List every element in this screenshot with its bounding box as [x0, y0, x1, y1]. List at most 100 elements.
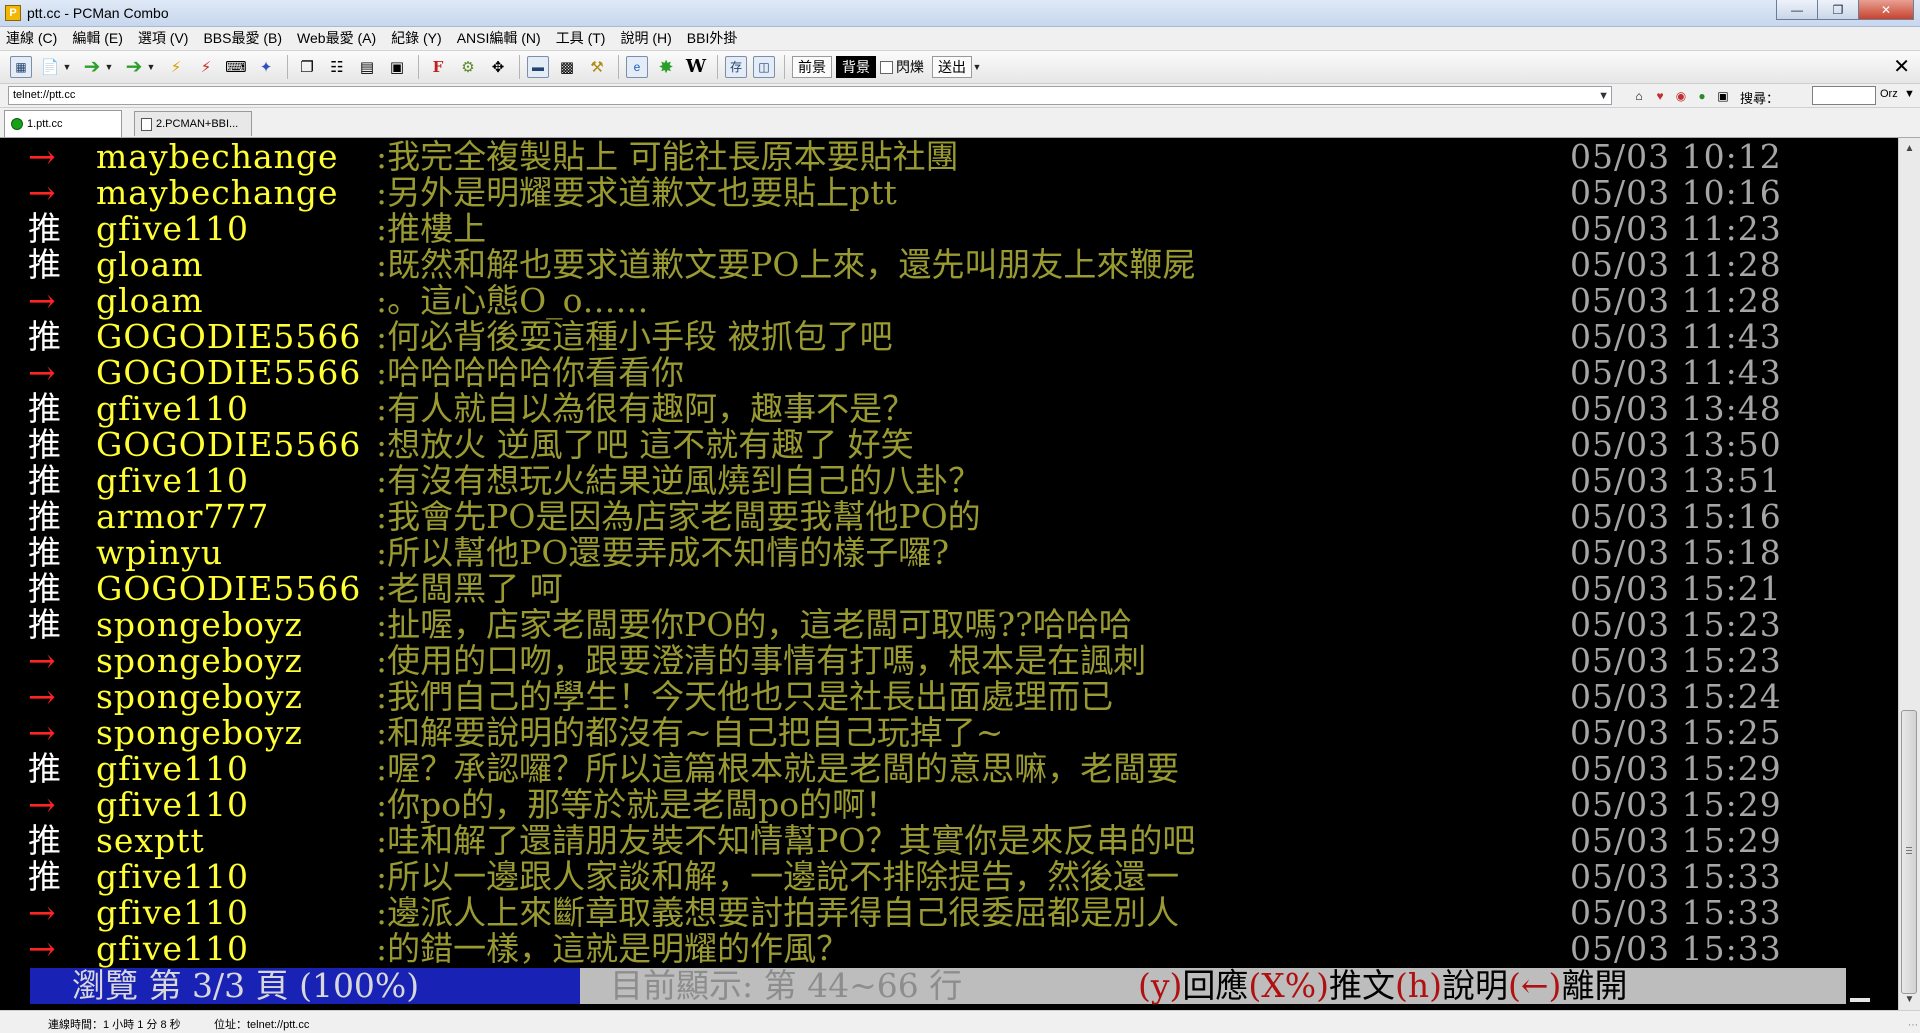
tab-pcman-bbi[interactable]: 2.PCMAN+BBI...	[134, 111, 252, 136]
window-controls: — ❐ ✕	[1776, 0, 1914, 22]
lightning-alt-icon[interactable]: ⚡	[194, 55, 218, 79]
checkbox-box[interactable]	[880, 60, 893, 74]
favorite-icon[interactable]: ♥	[1651, 87, 1669, 105]
close-toolbar-icon[interactable]: ✕	[1893, 57, 1910, 77]
monitor-icon[interactable]: ▣	[1714, 87, 1732, 105]
save-icon[interactable]: 存	[725, 56, 747, 78]
push-user: gfive110	[96, 209, 250, 248]
menu-help[interactable]: 說明 (H)	[620, 28, 671, 48]
search-input[interactable]	[1812, 86, 1876, 105]
flower-icon[interactable]: ✸	[654, 55, 678, 79]
push-time: 05/03 11:43	[1570, 317, 1782, 356]
scroll-up-icon[interactable]: ▲	[1901, 140, 1918, 157]
menu-ansi-edit[interactable]: ANSI編輯 (N)	[457, 28, 541, 48]
push-time: 05/03 15:29	[1570, 749, 1782, 788]
push-user: gfive110	[96, 749, 250, 788]
close-button[interactable]: ✕	[1858, 0, 1914, 20]
toolbar-separator	[519, 55, 520, 79]
address-input[interactable]: telnet://ptt.cc ▼	[8, 86, 1612, 105]
menu-edit[interactable]: 編輯 (E)	[72, 28, 123, 48]
help-action: 離開	[1561, 966, 1628, 1005]
push-tag: →	[28, 677, 56, 716]
copy-ansi-icon[interactable]: ▤	[355, 55, 379, 79]
toolbar-separator	[618, 55, 619, 79]
browser-icon[interactable]: e	[626, 56, 648, 78]
forward-arrow-icon[interactable]: ➔	[122, 55, 146, 79]
push-message: :扯喔，店家老闆要你PO的，這老闆可取嗎??哈哈哈	[376, 605, 1132, 644]
push-time: 05/03 15:29	[1570, 785, 1782, 824]
home-icon[interactable]: ⌂	[1630, 87, 1648, 105]
send-dropdown-icon[interactable]: ▼	[972, 55, 982, 79]
new-page-dropdown-icon[interactable]: ▼	[62, 55, 72, 79]
terminal-scrollbar[interactable]: ▲ ▼	[1898, 138, 1920, 1010]
tab-label: 2.PCMAN+BBI...	[156, 118, 239, 130]
search-engine-label[interactable]: Orz	[1880, 88, 1898, 100]
lock-icon[interactable]: ⚒	[585, 55, 609, 79]
scroll-down-icon[interactable]: ▼	[1901, 991, 1918, 1008]
menu-connect[interactable]: 連線 (C)	[6, 28, 57, 48]
background-color-button[interactable]: 背景	[836, 56, 876, 78]
address-dropdown-icon[interactable]: ▼	[1598, 88, 1609, 105]
photo-icon[interactable]: ▩	[555, 55, 579, 79]
push-user: gfive110	[96, 929, 250, 968]
push-row: 推 spongeboyz:扯喔，店家老闆要你PO的，這老闆可取嗎??哈哈哈 05/0…	[0, 607, 1898, 643]
push-user: spongeboyz	[96, 677, 303, 716]
paste-ansi-icon[interactable]: ▣	[385, 55, 409, 79]
terminal-screen[interactable]: → gfive110:的錯一樣，這就是明耀的作風？ 05/03 15:33 → gfiv…	[0, 138, 1898, 1010]
paste-icon[interactable]: ☷	[325, 55, 349, 79]
settings-icon[interactable]: ⚙	[456, 55, 480, 79]
keyboard-icon[interactable]: ⌨	[224, 55, 248, 79]
push-tag: 推	[28, 245, 61, 284]
maximize-button[interactable]: ❐	[1817, 0, 1859, 20]
scroll-thumb[interactable]	[1901, 710, 1917, 994]
push-time: 05/03 15:33	[1570, 893, 1782, 932]
foreground-color-button[interactable]: 前景	[792, 56, 832, 78]
globe-icon[interactable]: ●	[1693, 87, 1711, 105]
menu-options[interactable]: 選項 (V)	[138, 28, 189, 48]
tab-label: 1.ptt.cc	[27, 118, 63, 130]
push-message: :使用的口吻，跟要澄清的事情有打嗎，根本是在諷刺	[376, 641, 1147, 680]
tab-ptt[interactable]: 1.ptt.cc	[4, 110, 122, 137]
blink-checkbox[interactable]: 閃爍	[880, 57, 924, 77]
back-dropdown-icon[interactable]: ▼	[104, 55, 114, 79]
font-icon[interactable]: F	[426, 55, 450, 79]
wikipedia-icon[interactable]: W	[684, 55, 708, 79]
toolbar-separator	[784, 55, 785, 79]
push-message: :和解要說明的都沒有~自己把自己玩掉了~	[376, 713, 1004, 752]
push-user: spongeboyz	[96, 641, 303, 680]
copy-icon[interactable]: ❐	[295, 55, 319, 79]
pin-icon[interactable]: ✦	[254, 55, 278, 79]
record-icon[interactable]: ◉	[1672, 87, 1690, 105]
push-time: 05/03 15:16	[1570, 497, 1782, 536]
toolbar-grid-icon[interactable]: ▦	[10, 56, 32, 78]
menu-bar: 連線 (C) 編輯 (E) 選項 (V) BBS最愛 (B) Web最愛 (A)…	[0, 27, 1920, 49]
status-bar: 連線時間：1 小時 1 分 8 秒 位址：telnet://ptt.cc ⋯	[0, 1010, 1920, 1033]
menu-tools[interactable]: 工具 (T)	[556, 28, 606, 48]
back-arrow-icon[interactable]: ➔	[80, 55, 104, 79]
minimize-button[interactable]: —	[1776, 0, 1818, 20]
push-user: sexptt	[96, 821, 205, 860]
new-page-icon[interactable]: 📄	[38, 55, 62, 79]
search-engine-dropdown-icon[interactable]: ▼	[1904, 88, 1915, 100]
menu-bbi-plugin[interactable]: BBI外掛	[687, 28, 738, 48]
forward-dropdown-icon[interactable]: ▼	[146, 55, 156, 79]
push-message: :我會先PO是因為店家老闆要我幫他PO的	[376, 497, 981, 536]
browse-status: 瀏覽 第 3/3 頁 (100%)	[30, 968, 580, 1004]
screen-icon[interactable]: ▬	[527, 56, 549, 78]
send-button[interactable]: 送出	[932, 56, 972, 78]
push-row: → gloam:。這心態O_o…… 05/03 11:28	[0, 283, 1898, 319]
push-user: gfive110	[96, 461, 250, 500]
menu-bbs-favorites[interactable]: BBS最愛 (B)	[203, 28, 282, 48]
lightning-icon[interactable]: ⚡	[164, 55, 188, 79]
push-row: 推 gfive110:有沒有想玩火結果逆風燒到自己的八卦？ 05/03 13:51	[0, 463, 1898, 499]
push-message: :你po的，那等於就是老闆po的啊！	[376, 785, 899, 824]
push-tag: →	[28, 173, 56, 212]
push-time: 05/03 11:28	[1570, 245, 1782, 284]
fullscreen-icon[interactable]: ✥	[486, 55, 510, 79]
menu-web-favorites[interactable]: Web最愛 (A)	[297, 28, 376, 48]
table-icon[interactable]: ◫	[753, 56, 775, 78]
menu-history[interactable]: 紀錄 (Y)	[391, 28, 442, 48]
push-tag: 推	[28, 821, 61, 860]
connected-icon	[11, 118, 23, 130]
resize-grip-icon[interactable]: ⋯	[1908, 1020, 1918, 1031]
